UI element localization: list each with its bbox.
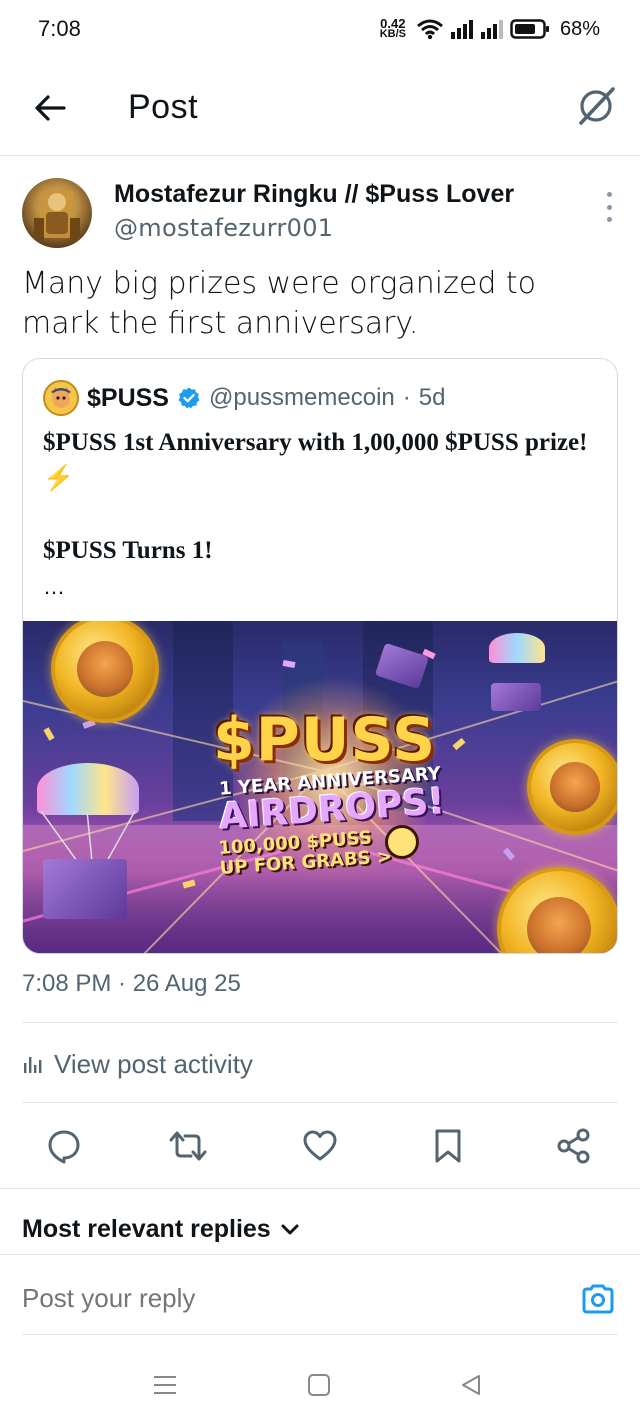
post-text: Many big prizes were organized to mark t… [22, 266, 537, 341]
system-nav-bar [0, 1350, 640, 1422]
author-handle[interactable]: @mostafezurr001 [114, 214, 333, 242]
author-name[interactable]: Mostafezur Ringku // $Puss Lover [114, 180, 514, 209]
reply-sort-dropdown[interactable]: Most relevant replies [22, 1215, 299, 1244]
wifi-icon [417, 19, 443, 40]
divider [22, 1022, 618, 1023]
more-options-button[interactable] [602, 192, 616, 222]
reply-sort-label: Most relevant replies [22, 1215, 271, 1243]
quoted-separator: · [402, 384, 411, 411]
network-speed: 0.42 KB/S [379, 17, 406, 40]
quoted-age: 5d [418, 384, 446, 411]
post-timestamp: 7:08 PM · 26 Aug 25 [22, 970, 241, 997]
back-nav-button[interactable] [456, 1370, 486, 1400]
repost-icon [169, 1131, 207, 1161]
page-title: Post [128, 88, 199, 126]
more-dot [606, 192, 612, 197]
status-indicators: 0.42 KB/S 68% [380, 14, 600, 44]
battery-percent: 68% [559, 17, 600, 40]
like-button[interactable] [300, 1126, 340, 1166]
like-icon [303, 1130, 337, 1161]
promo-title: $PUSS [213, 705, 437, 775]
quoted-text: $PUSS 1st Anniversary with 1,00,000 $PUS… [43, 425, 603, 605]
quoted-handle: @pussmemecoin [208, 384, 395, 411]
camera-icon [582, 1284, 614, 1314]
bookmark-icon [435, 1129, 461, 1163]
quoted-post[interactable]: $PUSS @pussmemecoin · 5d $PUSS 1st Anniv… [22, 358, 618, 954]
recent-apps-button[interactable] [150, 1370, 180, 1400]
quoted-blank-line [43, 497, 603, 533]
repost-button[interactable] [168, 1126, 208, 1166]
square-icon [308, 1374, 330, 1396]
puss-logo-icon [385, 825, 419, 859]
menu-icon [154, 1376, 176, 1394]
reply-button[interactable] [44, 1126, 84, 1166]
more-dot [606, 217, 612, 222]
back-button[interactable] [28, 86, 72, 130]
reply-icon [48, 1130, 80, 1164]
grok-button[interactable] [574, 84, 618, 128]
header: Post [0, 58, 640, 156]
status-time: 7:08 [38, 16, 81, 41]
signal-icon-2 [480, 20, 503, 39]
gift-box-left [43, 859, 127, 919]
quoted-line-2: $PUSS Turns 1! [43, 537, 213, 564]
chevron-down-icon [281, 1224, 299, 1234]
analytics-icon [24, 1057, 42, 1073]
post-actions [0, 1120, 640, 1172]
cat-icon [51, 387, 71, 408]
home-button[interactable] [304, 1370, 334, 1400]
camera-button[interactable] [580, 1281, 616, 1317]
more-dot [606, 204, 612, 210]
signal-icon [450, 20, 473, 39]
network-speed-unit: KB/S [379, 28, 406, 40]
quoted-name: $PUSS [87, 383, 169, 412]
verified-badge-icon [178, 387, 200, 409]
share-button[interactable] [554, 1126, 594, 1166]
reply-input[interactable] [22, 1283, 542, 1314]
divider [22, 1102, 618, 1103]
coin-right [527, 739, 617, 835]
grok-icon [579, 87, 615, 125]
bookmark-button[interactable] [428, 1126, 468, 1166]
share-icon [557, 1128, 590, 1164]
avatar-figure [34, 190, 80, 242]
divider [22, 1334, 618, 1335]
arrow-left-icon [35, 95, 66, 121]
parachute-left [37, 763, 139, 815]
reply-bar [0, 1255, 640, 1335]
quoted-avatar [43, 380, 79, 416]
parachute-right [489, 633, 545, 663]
status-bar: 7:08 0.42 KB/S 68% [0, 0, 640, 58]
view-post-activity[interactable]: View post activity [22, 1048, 253, 1080]
gift-box-right [491, 683, 541, 711]
triangle-back-icon [462, 1375, 480, 1395]
author-avatar[interactable] [22, 178, 92, 248]
quoted-post-header: $PUSS @pussmemecoin · 5d [43, 380, 446, 416]
divider [0, 1188, 640, 1189]
quoted-line-1: $PUSS 1st Anniversary with 1,00,000 $PUS… [43, 429, 588, 492]
quoted-image[interactable]: $PUSS 1 YEAR ANNIVERSARY AIRDROPS! 100,0… [23, 621, 617, 953]
battery-icon [510, 19, 549, 39]
quoted-ellipsis: … [43, 574, 65, 599]
view-post-activity-label: View post activity [54, 1048, 253, 1079]
